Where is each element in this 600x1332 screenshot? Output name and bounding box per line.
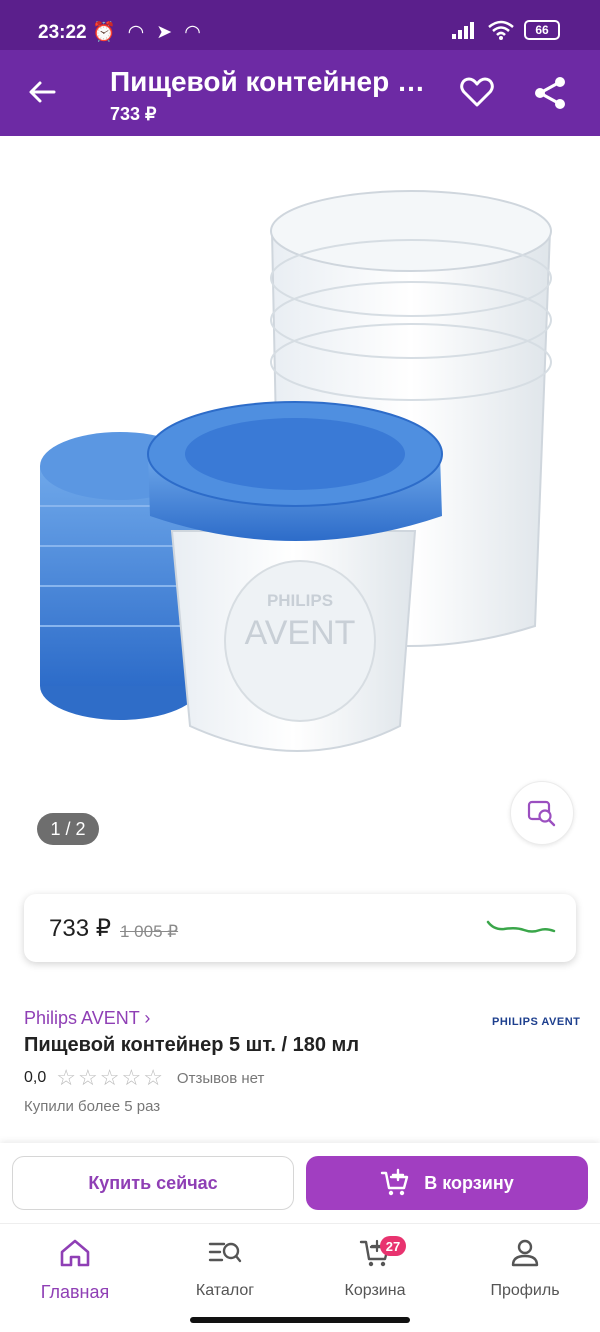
bottom-navigation: Главная Каталог 27 Корзина Профиль <box>0 1223 600 1332</box>
current-price: 733 ₽ <box>49 915 111 942</box>
image-search-icon <box>527 800 556 827</box>
battery-level: 66 <box>535 23 549 37</box>
svg-text:AVENT: AVENT <box>245 614 356 652</box>
header-price: 733 ₽ <box>110 104 157 124</box>
app-bar: Пищевой контейнер 5 шт. / 180 мл 733 ₽ <box>0 50 600 136</box>
star-icon: ☆ <box>121 1065 142 1090</box>
rating-stars: ☆ ☆ ☆ ☆ ☆ <box>56 1065 163 1090</box>
add-to-cart-button[interactable]: В корзину <box>306 1156 588 1210</box>
action-bar: Купить сейчас В корзину <box>0 1143 600 1223</box>
share-icon[interactable] <box>532 76 568 110</box>
tab-cart[interactable]: 27 Корзина <box>300 1234 450 1308</box>
brand-link[interactable]: Philips AVENT › <box>24 1008 150 1029</box>
home-indicator[interactable] <box>190 1317 410 1323</box>
heart-icon[interactable] <box>460 76 494 108</box>
battery-icon: 66 <box>524 20 560 40</box>
tab-profile[interactable]: Профиль <box>450 1234 600 1308</box>
svg-text:PHILIPS: PHILIPS <box>267 591 333 610</box>
add-to-cart-label: В корзину <box>424 1172 514 1193</box>
home-icon <box>60 1239 90 1267</box>
page-title: Пищевой контейнер 5 шт. / 180 мл <box>110 66 440 97</box>
tab-catalog-label: Каталог <box>195 1282 255 1299</box>
star-icon: ☆ <box>99 1065 120 1090</box>
tab-profile-label: Профиль <box>490 1282 560 1299</box>
cart-plus-icon <box>381 1168 409 1196</box>
product-image: PHILIPS AVENT <box>40 190 552 752</box>
status-system-icons: 66 <box>452 20 560 40</box>
rss-icon-2: ◠ <box>184 21 201 43</box>
catalog-search-icon <box>208 1242 242 1263</box>
star-icon: ☆ <box>143 1065 163 1090</box>
wifi-icon <box>488 20 514 40</box>
status-time: 23:22 <box>38 22 87 43</box>
product-name: Пищевой контейнер 5 шт. / 180 мл <box>24 1034 360 1056</box>
status-notification-icons: ⏰ ◠ ➤ ◠ <box>92 20 201 44</box>
product-image-gallery[interactable]: PHILIPS AVENT 1 / 2 <box>0 136 600 866</box>
purchase-count: Купили более 5 раз <box>24 1098 161 1115</box>
rating-value: 0,0 <box>24 1069 47 1086</box>
image-search-button[interactable] <box>510 781 574 845</box>
signal-icon <box>452 22 474 39</box>
old-price: 1 005 ₽ <box>120 922 179 941</box>
price-card: 733 ₽ 1 005 ₽ <box>24 894 576 962</box>
profile-icon <box>511 1239 539 1267</box>
reviews-count: Отзывов нет <box>176 1069 265 1087</box>
tab-cart-label: Корзина <box>344 1282 406 1299</box>
price-trend-icon[interactable] <box>486 916 556 940</box>
tab-home-label: Главная <box>40 1282 110 1302</box>
brand-logo[interactable]: PHILIPS AVENT <box>492 1016 580 1028</box>
tab-home[interactable]: Главная <box>0 1234 150 1308</box>
cart-badge: 27 <box>380 1236 406 1256</box>
telegram-icon: ➤ <box>156 21 173 43</box>
alarm-off-icon: ⏰ <box>92 22 116 43</box>
image-counter: 1 / 2 <box>37 813 99 845</box>
back-arrow-icon[interactable] <box>26 76 58 108</box>
buy-now-button[interactable]: Купить сейчас <box>12 1156 294 1210</box>
star-icon: ☆ <box>56 1065 76 1090</box>
rss-icon: ◠ <box>127 21 145 43</box>
star-icon: ☆ <box>77 1065 98 1090</box>
tab-catalog[interactable]: Каталог <box>150 1234 300 1308</box>
status-bar: 23:22 ⏰ ◠ ➤ ◠ 66 <box>0 0 600 50</box>
rating-row[interactable]: 0,0 ☆ ☆ ☆ ☆ ☆ Отзывов нет <box>24 1065 265 1090</box>
